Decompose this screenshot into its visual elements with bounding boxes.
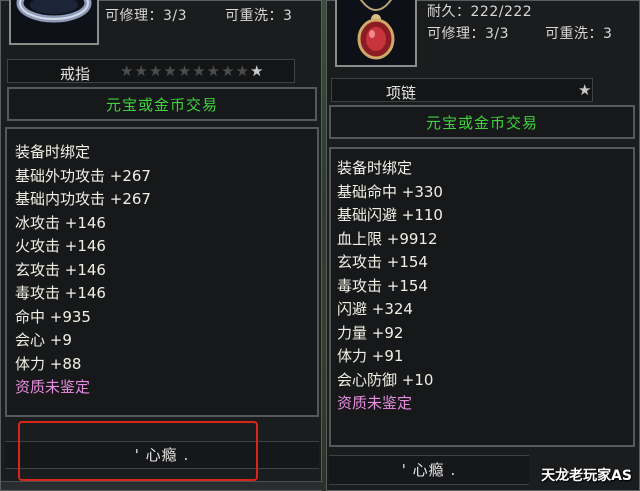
trade-type: 元宝或金币交易 xyxy=(7,87,317,121)
attr-unidentified: 资质未鉴定 xyxy=(337,394,413,412)
trade-type: 元宝或金币交易 xyxy=(329,105,635,139)
attr-item: 力量 +92 xyxy=(337,323,404,342)
attr-item: 会心防御 +10 xyxy=(337,370,434,389)
attr-item: 冰攻击 +146 xyxy=(15,213,106,232)
attribute-box: 装备时绑定 基础命中 +330 基础闪避 +110 血上限 +9912 玄攻击 … xyxy=(329,147,635,447)
ring-tooltip-panel: 可修理：3/3 可重洗：3 戒指 ★★★★★★★★★★ 元宝或金币交易 装备时绑… xyxy=(0,0,323,491)
repair-count: 可修理：3/3 xyxy=(427,26,510,42)
necklace-tooltip-panel: 耐久：222/222 可修理：3/3 可重洗：3 项链 ★ 元宝或金币交易 装备… xyxy=(326,0,640,491)
star-lit-icon: ★ xyxy=(578,81,593,99)
attr-item: 闪避 +324 xyxy=(337,300,413,318)
attr-item: 体力 +91 xyxy=(337,347,404,365)
attribute-list: 装备时绑定 基础外功攻击 +267 基础内功攻击 +267 冰攻击 +146 火… xyxy=(15,141,151,400)
bottom-strip xyxy=(1,481,323,490)
attr-item: 基础外功攻击 +267 xyxy=(15,166,151,185)
star-rating: ★★★★★★★★★★ xyxy=(120,62,264,80)
attr-item: 玄攻击 +154 xyxy=(337,253,428,271)
star-rating: ★ xyxy=(578,81,592,99)
attr-item: 血上限 +9912 xyxy=(337,229,438,248)
attr-item: 玄攻击 +146 xyxy=(15,260,106,279)
attr-item: 基础闪避 +110 xyxy=(337,206,443,224)
ring-icon[interactable] xyxy=(9,0,99,45)
star-lit-icon: ★ xyxy=(250,62,265,80)
rewash-count: 可重洗：3 xyxy=(545,26,613,42)
rewash-count: 可重洗：3 xyxy=(225,8,293,24)
attr-unidentified: 资质未鉴定 xyxy=(15,378,91,396)
attribute-box: 装备时绑定 基础外功攻击 +267 基础内功攻击 +267 冰攻击 +146 火… xyxy=(5,127,319,417)
item-name: 项链 xyxy=(386,84,417,102)
attr-bind-on-equip: 装备时绑定 xyxy=(15,143,91,161)
item-name-bar: 戒指 ★★★★★★★★★★ xyxy=(7,59,295,83)
item-name-bar: 项链 ★ xyxy=(331,78,593,102)
attr-item: 毒攻击 +146 xyxy=(15,284,106,302)
repair-count: 可修理：3/3 xyxy=(105,8,188,24)
attr-item: 体力 +88 xyxy=(15,354,82,373)
attr-item: 会心 +9 xyxy=(15,331,72,349)
watermark: 天龙老玩家AS xyxy=(541,468,632,484)
item-name: 戒指 xyxy=(60,65,91,83)
necklace-icon[interactable] xyxy=(335,0,417,67)
engraving-text: ' 心瘾 . xyxy=(329,455,529,485)
attr-item: 基础内功攻击 +267 xyxy=(15,190,151,208)
attr-bind-on-equip: 装备时绑定 xyxy=(337,159,413,177)
attr-item: 火攻击 +146 xyxy=(15,237,106,255)
attribute-list: 装备时绑定 基础命中 +330 基础闪避 +110 血上限 +9912 玄攻击 … xyxy=(337,157,443,416)
attr-item: 命中 +935 xyxy=(15,307,91,326)
attr-item: 基础命中 +330 xyxy=(337,182,443,201)
highlight-box xyxy=(18,421,258,481)
attr-item: 毒攻击 +154 xyxy=(337,276,428,295)
star-dim-icons: ★★★★★★★★★ xyxy=(120,62,251,80)
durability-value: 耐久：222/222 xyxy=(427,4,533,20)
